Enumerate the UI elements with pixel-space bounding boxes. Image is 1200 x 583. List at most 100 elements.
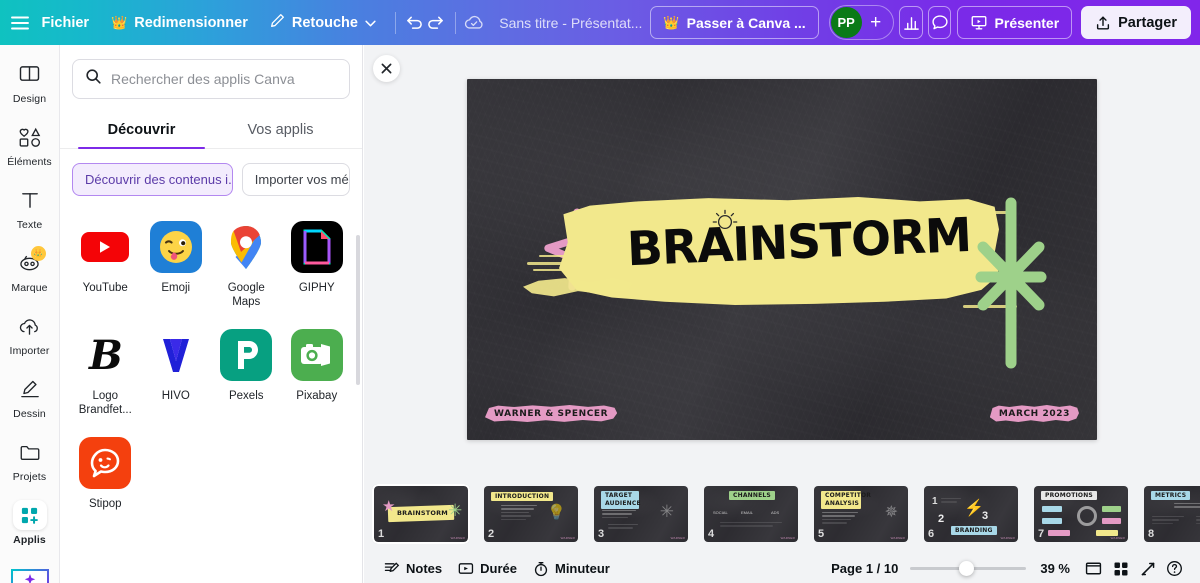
- app-item-google-maps[interactable]: Google Maps: [211, 212, 282, 316]
- canva-editor-window: Fichier 👑 Redimensionner Retouche Sans t…: [0, 0, 1200, 583]
- panel-scrollbar[interactable]: [356, 235, 360, 385]
- brand-kit-icon: 👑: [13, 246, 47, 278]
- slide-title: BRAINSTORM: [625, 207, 973, 278]
- file-menu-button[interactable]: Fichier: [31, 7, 101, 39]
- thumb-title: INTRODUCTION: [491, 491, 554, 501]
- thumb-2[interactable]: INTRODUCTION 💡 2 WARNER: [484, 485, 578, 542]
- app-item-stipop[interactable]: Stipop: [70, 428, 141, 517]
- grid-view-icon[interactable]: [1107, 556, 1134, 581]
- thumb-1[interactable]: ★ ✳ BRAINSTORM 1 WARNER: [372, 483, 470, 544]
- tab-your-apps[interactable]: Vos applis: [211, 111, 350, 148]
- thumb-footer: WARNER: [670, 535, 685, 540]
- hivo-icon: [149, 328, 202, 381]
- undo-button[interactable]: [404, 6, 426, 40]
- sidebar-item-text[interactable]: Texte: [3, 177, 57, 237]
- thumb-5[interactable]: COMPETITOR ANALYSIS ✵ 5 WARNER: [814, 485, 908, 542]
- present-label: Présenter: [994, 14, 1060, 31]
- thumbnail-item[interactable]: COMPETITOR ANALYSIS ✵ 5 WARNER: [806, 485, 916, 542]
- app-item-giphy[interactable]: GIPHY: [282, 212, 353, 316]
- share-button[interactable]: Partager: [1081, 6, 1191, 39]
- sidebar-item-design[interactable]: Design: [3, 51, 57, 111]
- app-item-brandfetch[interactable]: B Logo Brandfet...: [70, 320, 141, 424]
- duration-label: Durée: [480, 561, 517, 576]
- thumb-title: BRANDING: [951, 525, 997, 535]
- app-item-pixabay[interactable]: Pixabay: [282, 320, 353, 424]
- text-t-icon: [13, 185, 47, 215]
- comment-button[interactable]: [927, 6, 952, 39]
- single-view-icon[interactable]: [1080, 556, 1107, 581]
- search-input[interactable]: [111, 71, 337, 87]
- chip-discover-content[interactable]: Découvrir des contenus i...: [72, 163, 233, 196]
- avatar[interactable]: PP: [830, 7, 862, 38]
- file-menu-label: Fichier: [41, 14, 90, 31]
- thumb-4[interactable]: CHANNELS SOCIAL EMAIL ADS 4 WARNER: [704, 485, 798, 542]
- zoom-handle[interactable]: [959, 561, 975, 576]
- thumbnail-item[interactable]: PROMOTIONS 7 WARNER: [1026, 485, 1136, 542]
- app-label: Pixabay: [296, 389, 338, 402]
- apps-grid-icon: [12, 500, 47, 530]
- document-title[interactable]: Sans titre - Présentat...: [491, 9, 650, 37]
- app-item-youtube[interactable]: YouTube: [70, 212, 141, 316]
- sidebar-item-elements[interactable]: Éléments: [3, 114, 57, 174]
- thumbnail-item[interactable]: ★ ✳ BRAINSTORM 1 WARNER: [366, 483, 476, 544]
- app-item-pexels[interactable]: Pexels: [211, 320, 282, 424]
- thumbnail-item[interactable]: CHANNELS SOCIAL EMAIL ADS 4 WARNER: [696, 485, 806, 542]
- zoom-slider[interactable]: [910, 561, 1027, 577]
- thumbnail-item[interactable]: INTRODUCTION 💡 2 WARNER: [476, 485, 586, 542]
- thumbnail-item[interactable]: 1 2 3 ⚡ BRANDING 6 WARNER: [916, 485, 1026, 542]
- thumb-number: 4: [708, 527, 715, 540]
- analytics-button[interactable]: [899, 6, 923, 39]
- retouch-button[interactable]: Retouche: [259, 7, 387, 39]
- sidebar-item-brand[interactable]: 👑 Marque: [3, 240, 57, 300]
- giphy-icon: [290, 221, 343, 273]
- thumb-3[interactable]: TARGET AUDIENCE ✳ 3 WARNER: [594, 485, 688, 542]
- thumb-8[interactable]: METRICS 8 WARNER: [1144, 485, 1200, 542]
- sidebar-item-label: Applis: [13, 534, 46, 546]
- thumb-footer: WARNER: [780, 535, 795, 540]
- thumbnail-item[interactable]: METRICS 8 WARNER: [1136, 485, 1200, 542]
- upgrade-canva-pro-button[interactable]: 👑 Passer à Canva ...: [650, 6, 819, 39]
- redo-button[interactable]: [425, 6, 447, 40]
- google-maps-icon: [220, 221, 273, 273]
- sidebar-item-label: Design: [12, 93, 47, 105]
- notes-button[interactable]: Notes: [376, 557, 450, 580]
- sidebar-item-import[interactable]: Importer: [3, 303, 57, 363]
- sidebar-item-projects[interactable]: Projets: [3, 429, 57, 489]
- duration-button[interactable]: Durée: [450, 557, 525, 580]
- magic-sparkle-icon[interactable]: [10, 569, 49, 583]
- thumb-7[interactable]: PROMOTIONS 7 WARNER: [1034, 485, 1128, 542]
- sidebar-item-label: Dessin: [13, 408, 46, 420]
- thumb-title: BRAINSTORM: [397, 508, 448, 517]
- cloud-saved-icon[interactable]: [463, 6, 485, 40]
- left-rail: Design Éléments Texte 👑 Marque Importer …: [0, 45, 60, 583]
- thumb-title: METRICS: [1151, 490, 1191, 500]
- pen-icon: [270, 13, 285, 32]
- hamburger-menu-icon[interactable]: [9, 6, 31, 40]
- sidebar-item-draw[interactable]: Dessin: [3, 366, 57, 426]
- pexels-icon: [220, 328, 273, 381]
- app-label: Emoji: [161, 282, 191, 294]
- fullscreen-expand-icon[interactable]: [1134, 556, 1161, 581]
- app-item-emoji[interactable]: Emoji: [141, 212, 212, 316]
- tab-discover[interactable]: Découvrir: [72, 111, 211, 149]
- toolbar-divider-1: [394, 11, 396, 34]
- help-question-icon[interactable]: [1161, 556, 1188, 581]
- add-collaborator-button[interactable]: +: [862, 7, 890, 38]
- slide-canvas[interactable]: BRAINSTORM WARNER & SPENCER MARCH 2023: [467, 79, 1097, 440]
- timer-button[interactable]: Minuteur: [525, 557, 618, 581]
- chip-label: Importer vos mé: [254, 172, 349, 187]
- search-box[interactable]: [72, 59, 350, 99]
- sidebar-item-label: Projets: [12, 471, 47, 483]
- resize-button[interactable]: 👑 Redimensionner: [100, 7, 259, 39]
- app-item-hivo[interactable]: HIVO: [141, 320, 212, 424]
- thumb-6[interactable]: 1 2 3 ⚡ BRANDING 6 WARNER: [924, 485, 1018, 542]
- thumb-number: 7: [1038, 527, 1045, 540]
- app-label: Logo Brandfet...: [78, 389, 132, 417]
- thumbnail-item[interactable]: TARGET AUDIENCE ✳ 3 WARNER: [586, 485, 696, 542]
- page-indicator: Page 1 / 10: [831, 561, 899, 576]
- sidebar-item-apps[interactable]: Applis: [3, 492, 57, 552]
- apps-grid: YouTube Emoji Google Maps GIPHY B Logo B…: [60, 206, 362, 517]
- close-panel-button[interactable]: [373, 55, 400, 82]
- chip-import-media[interactable]: Importer vos mé: [241, 163, 350, 196]
- present-button[interactable]: Présenter: [956, 6, 1073, 39]
